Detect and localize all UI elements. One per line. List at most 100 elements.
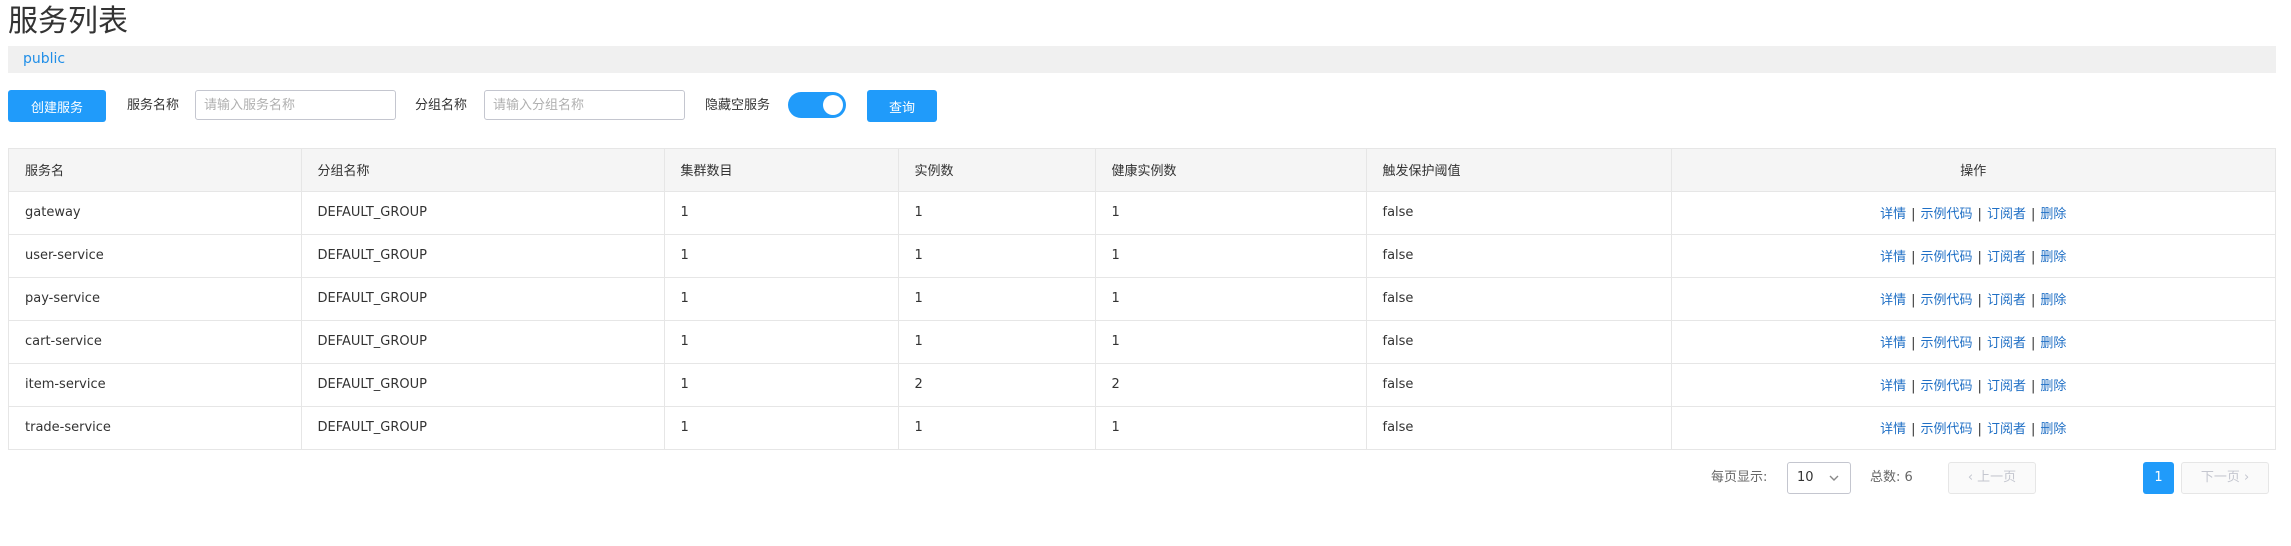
- table-row: gateway DEFAULT_GROUP 1 1 1 false 详情 | 示例代…: [9, 191, 2275, 235]
- cell-cluster-count: 1: [664, 406, 899, 449]
- op-separator: |: [2030, 336, 2036, 351]
- sample-code-link[interactable]: 示例代码: [1921, 293, 1973, 308]
- detail-link[interactable]: 详情: [1880, 207, 1906, 222]
- prev-page-button[interactable]: ‹ 上一页: [1948, 462, 2036, 494]
- cell-service-name: gateway: [9, 191, 302, 235]
- cell-instance-count: 1: [898, 234, 1096, 278]
- cell-healthy-count: 2: [1095, 363, 1367, 407]
- cell-instance-count: 1: [898, 320, 1096, 364]
- cell-group-name: DEFAULT_GROUP: [301, 191, 665, 235]
- op-separator: |: [1911, 207, 1916, 222]
- cell-instance-count: 1: [898, 277, 1096, 321]
- chevron-down-icon: [1829, 475, 1839, 481]
- page-number-current[interactable]: 1: [2143, 462, 2174, 494]
- detail-link[interactable]: 详情: [1880, 379, 1906, 394]
- service-name-label: 服务名称: [127, 98, 180, 113]
- service-table: 服务名 分组名称 集群数目 实例数 健康实例数 触发保护阈值 操作 gatewa…: [8, 148, 2276, 450]
- cell-service-name: trade-service: [9, 406, 302, 449]
- cell-protect-threshold: false: [1366, 191, 1672, 235]
- sample-code-link[interactable]: 示例代码: [1921, 250, 1973, 265]
- cell-operations: 详情 | 示例代码 | 订阅者 | 删除: [1671, 191, 2275, 235]
- service-name-input[interactable]: [195, 90, 396, 120]
- cell-protect-threshold: false: [1366, 234, 1672, 278]
- create-service-button[interactable]: 创建服务: [8, 90, 106, 122]
- cell-instance-count: 1: [898, 406, 1096, 449]
- toggle-knob: [823, 95, 843, 115]
- table-row: item-service DEFAULT_GROUP 1 2 2 false 详…: [9, 363, 2275, 407]
- page-size-value: 10: [1797, 470, 1814, 485]
- next-page-label: 下一页: [2200, 470, 2240, 485]
- header-healthy-instance-count: 健康实例数: [1095, 149, 1367, 192]
- cell-service-name: cart-service: [9, 320, 302, 364]
- cell-cluster-count: 1: [664, 277, 899, 321]
- namespace-bar: public: [8, 46, 2276, 73]
- table-row: cart-service DEFAULT_GROUP 1 1 1 false 详…: [9, 320, 2275, 364]
- op-separator: |: [1977, 379, 1982, 394]
- cell-protect-threshold: false: [1366, 320, 1672, 364]
- cell-cluster-count: 1: [664, 320, 899, 364]
- op-separator: |: [1911, 250, 1916, 265]
- service-list-page: 服务列表 public 创建服务 服务名称 分组名称 隐藏空服务 查询: [0, 0, 2291, 546]
- group-name-input[interactable]: [484, 90, 685, 120]
- op-separator: |: [1977, 293, 1982, 308]
- cell-operations: 详情 | 示例代码 | 订阅者 | 删除: [1671, 363, 2275, 407]
- op-separator: |: [2030, 293, 2036, 308]
- namespace-public-link[interactable]: public: [23, 51, 65, 68]
- chevron-left-icon: ‹: [1967, 470, 1974, 485]
- op-separator: |: [1977, 336, 1982, 351]
- cell-cluster-count: 1: [664, 363, 899, 407]
- delete-link[interactable]: 删除: [2040, 422, 2066, 437]
- cell-operations: 详情 | 示例代码 | 订阅者 | 删除: [1671, 320, 2275, 364]
- next-page-button[interactable]: 下一页 ›: [2181, 462, 2269, 494]
- detail-link[interactable]: 详情: [1880, 293, 1906, 308]
- header-group-name: 分组名称: [301, 149, 665, 192]
- header-instance-count: 实例数: [898, 149, 1096, 192]
- table-row: user-service DEFAULT_GROUP 1 1 1 false 详…: [9, 234, 2275, 278]
- total-count: 总数: 6: [1870, 470, 1913, 485]
- detail-link[interactable]: 详情: [1880, 250, 1906, 265]
- op-separator: |: [2030, 422, 2036, 438]
- subscriber-link[interactable]: 订阅者: [1987, 293, 2026, 308]
- cell-instance-count: 2: [898, 363, 1096, 407]
- page-title: 服务列表: [8, 4, 128, 39]
- delete-link[interactable]: 删除: [2040, 379, 2066, 394]
- cell-service-name: item-service: [9, 363, 302, 407]
- subscriber-link[interactable]: 订阅者: [1987, 336, 2026, 351]
- delete-link[interactable]: 删除: [2040, 250, 2066, 265]
- subscriber-link[interactable]: 订阅者: [1987, 379, 2026, 394]
- delete-link[interactable]: 删除: [2040, 207, 2066, 222]
- prev-page-label: 上一页: [1977, 470, 2017, 485]
- header-cluster-count: 集群数目: [664, 149, 899, 192]
- sample-code-link[interactable]: 示例代码: [1921, 422, 1973, 437]
- cell-cluster-count: 1: [664, 191, 899, 235]
- op-separator: |: [2030, 250, 2036, 265]
- sample-code-link[interactable]: 示例代码: [1921, 336, 1973, 351]
- cell-healthy-count: 1: [1095, 234, 1367, 278]
- table-row: trade-service DEFAULT_GROUP 1 1 1 false …: [9, 406, 2275, 449]
- cell-group-name: DEFAULT_GROUP: [301, 234, 665, 278]
- op-separator: |: [1911, 422, 1916, 438]
- query-button[interactable]: 查询: [867, 90, 937, 122]
- hide-empty-label: 隐藏空服务: [705, 98, 771, 113]
- subscriber-link[interactable]: 订阅者: [1987, 250, 2026, 265]
- detail-link[interactable]: 详情: [1880, 422, 1906, 437]
- sample-code-link[interactable]: 示例代码: [1921, 207, 1973, 222]
- sample-code-link[interactable]: 示例代码: [1921, 379, 1973, 394]
- header-operations: 操作: [1671, 149, 2275, 192]
- detail-link[interactable]: 详情: [1880, 336, 1906, 351]
- op-separator: |: [1977, 207, 1982, 222]
- op-separator: |: [1911, 336, 1916, 351]
- delete-link[interactable]: 删除: [2040, 293, 2066, 308]
- cell-group-name: DEFAULT_GROUP: [301, 277, 665, 321]
- hide-empty-toggle[interactable]: [788, 92, 846, 118]
- op-separator: |: [1977, 422, 1982, 438]
- chevron-right-icon: ›: [2243, 470, 2250, 485]
- cell-protect-threshold: false: [1366, 363, 1672, 407]
- cell-operations: 详情 | 示例代码 | 订阅者 | 删除: [1671, 277, 2275, 321]
- op-separator: |: [2030, 379, 2036, 394]
- subscriber-link[interactable]: 订阅者: [1987, 207, 2026, 222]
- page-size-select[interactable]: 10: [1787, 462, 1851, 494]
- cell-operations: 详情 | 示例代码 | 订阅者 | 删除: [1671, 234, 2275, 278]
- delete-link[interactable]: 删除: [2040, 336, 2066, 351]
- subscriber-link[interactable]: 订阅者: [1987, 422, 2026, 437]
